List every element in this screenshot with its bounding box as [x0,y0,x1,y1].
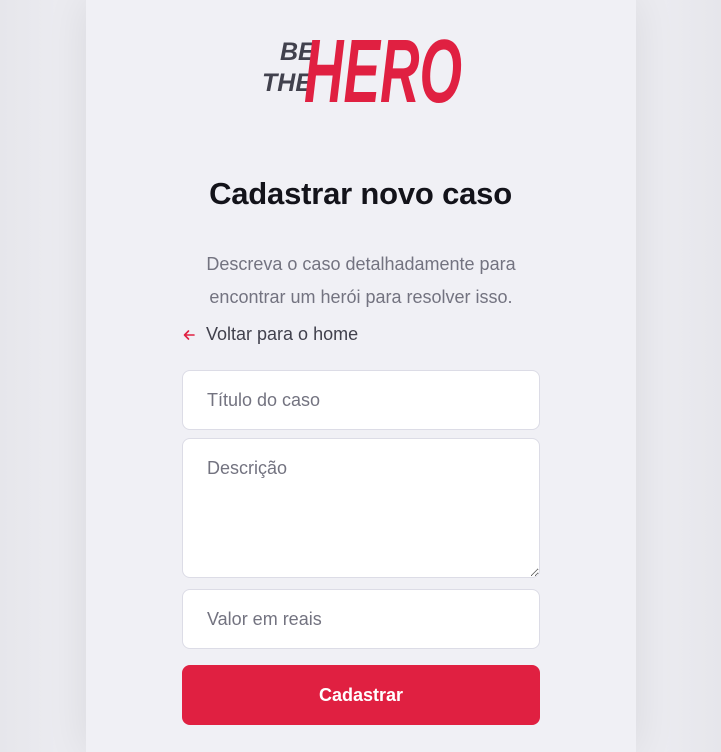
page-title: Cadastrar novo caso [209,176,512,211]
back-home-link[interactable]: Voltar para o home [182,324,358,345]
svg-text:HERO: HERO [304,22,462,114]
arrow-left-icon [183,329,195,340]
be-the-hero-logo: BE THE HERO [262,22,462,114]
page-description: Descreva o caso detalhadamente para enco… [206,254,516,307]
case-description-textarea[interactable] [182,438,540,578]
case-title-input[interactable] [182,370,540,430]
case-value-input[interactable] [182,589,540,649]
back-home-label: Voltar para o home [206,324,359,344]
register-button[interactable]: Cadastrar [182,665,540,725]
